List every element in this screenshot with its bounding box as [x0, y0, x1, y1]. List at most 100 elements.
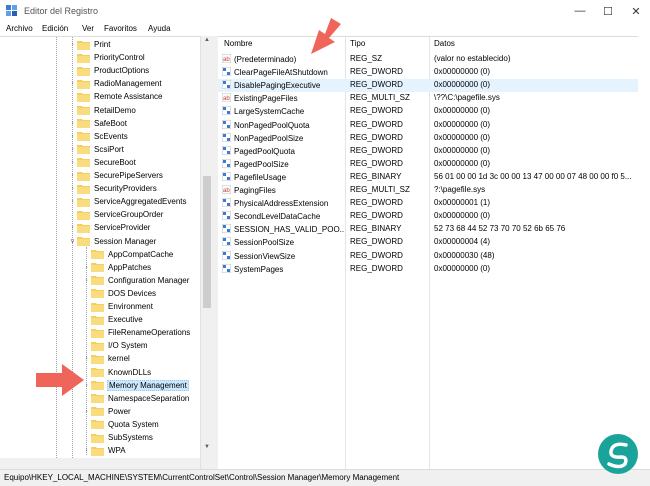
collapse-chevron-icon[interactable]: ∨ — [68, 237, 77, 245]
tree-node-label[interactable]: FileRenameOperations — [107, 328, 191, 337]
column-header-data[interactable]: Datos — [434, 39, 455, 52]
tree-node-label[interactable]: RadioManagement — [93, 79, 163, 88]
tree-node[interactable]: › SecurityProviders — [68, 182, 158, 195]
tree-node-label[interactable]: ServiceGroupOrder — [93, 210, 164, 219]
scroll-thumb[interactable] — [203, 176, 211, 308]
tree-node-label[interactable]: ScEvents — [93, 132, 129, 141]
scroll-up-icon[interactable]: ▲ — [203, 37, 211, 47]
tree-node[interactable]: › Print — [68, 38, 111, 51]
menu-ver[interactable]: Ver — [82, 24, 94, 33]
value-row[interactable]: SessionPoolSize REG_DWORD 0x00000004 (4) — [218, 236, 638, 249]
tree-node-label[interactable]: ProductOptions — [93, 66, 150, 75]
tree-node-label[interactable]: Remote Assistance — [93, 92, 163, 101]
expand-chevron-icon[interactable]: › — [82, 277, 91, 284]
expand-chevron-icon[interactable]: › — [82, 447, 91, 454]
key-tree[interactable]: › Print PriorityControl ProductOptions › Radi… — [0, 36, 212, 470]
tree-node-label[interactable]: Configuration Manager — [107, 276, 190, 285]
tree-node[interactable]: › SafeBoot — [68, 117, 128, 130]
tree-node[interactable]: › Memory Management — [82, 379, 189, 392]
tree-node[interactable]: KnownDLLs — [82, 366, 152, 379]
tree-node-label[interactable]: Executive — [107, 315, 144, 324]
tree-node[interactable]: › ScsiPort — [68, 143, 125, 156]
expand-chevron-icon[interactable]: › — [68, 120, 77, 127]
scroll-down-icon[interactable]: ▼ — [203, 444, 211, 454]
expand-chevron-icon[interactable]: › — [68, 224, 77, 231]
tree-node[interactable]: Executive — [82, 313, 144, 326]
tree-node[interactable]: DOS Devices — [82, 287, 157, 300]
value-row[interactable]: PagefileUsage REG_BINARY 56 01 00 00 1d 3c… — [218, 171, 638, 184]
tree-node-label[interactable]: Environment — [107, 302, 154, 311]
expand-chevron-icon[interactable]: › — [68, 198, 77, 205]
tree-node-label[interactable]: DOS Devices — [107, 289, 157, 298]
value-row[interactable]: LargeSystemCache REG_DWORD 0x00000000 (0) — [218, 105, 638, 118]
tree-node[interactable]: › ServiceAggregatedEvents — [68, 195, 188, 208]
tree-node[interactable]: › Power — [82, 405, 132, 418]
value-row[interactable]: SESSION_HAS_VALID_POO... REG_BINARY 52 73 … — [218, 223, 638, 236]
tree-node-label[interactable]: SubSystems — [107, 433, 154, 442]
expand-chevron-icon[interactable]: › — [68, 146, 77, 153]
expand-chevron-icon[interactable]: › — [82, 408, 91, 415]
tree-node[interactable]: RetailDemo — [68, 104, 137, 117]
tree-node-label[interactable]: I/O System — [107, 341, 149, 350]
values-list[interactable]: Nombre Tipo Datos ab (Predeterminado) REG_… — [218, 36, 638, 470]
value-row[interactable]: SystemPages REG_DWORD 0x00000000 (0) — [218, 263, 638, 276]
close-button[interactable]: ✕ — [622, 0, 650, 22]
tree-node-label[interactable]: AppPatches — [107, 263, 152, 272]
tree-node[interactable]: › kernel — [82, 352, 131, 365]
tree-node[interactable]: › Configuration Manager — [82, 274, 190, 287]
tree-node[interactable]: ServiceGroupOrder — [68, 208, 164, 221]
menu-ayuda[interactable]: Ayuda — [148, 24, 171, 33]
value-row[interactable]: ab (Predeterminado) REG_SZ (valor no establ… — [218, 53, 638, 66]
tree-node[interactable]: › SecureBoot — [68, 156, 137, 169]
expand-chevron-icon[interactable]: › — [68, 172, 77, 179]
expand-chevron-icon[interactable]: › — [82, 355, 91, 362]
tree-node[interactable]: I/O System — [82, 339, 149, 352]
tree-node-label[interactable]: ServiceProvider — [93, 223, 151, 232]
tree-node-label[interactable]: RetailDemo — [93, 106, 137, 115]
tree-node[interactable]: FileRenameOperations — [82, 326, 191, 339]
expand-chevron-icon[interactable]: › — [68, 159, 77, 166]
tree-node-label[interactable]: Memory Management — [107, 379, 189, 391]
tree-node-label[interactable]: NamespaceSeparation — [107, 394, 190, 403]
value-row[interactable]: ClearPageFileAtShutdown REG_DWORD 0x000000… — [218, 66, 638, 79]
tree-node[interactable]: PriorityControl — [68, 51, 146, 64]
tree-node-label[interactable]: SecureBoot — [93, 158, 137, 167]
value-row[interactable]: PagedPoolSize REG_DWORD 0x00000000 (0) — [218, 158, 638, 171]
tree-node[interactable]: ProductOptions — [68, 64, 150, 77]
tree-node[interactable]: AppCompatCache — [82, 248, 174, 261]
menu-edicion[interactable]: Edición — [42, 24, 68, 33]
minimize-button[interactable]: — — [566, 0, 594, 22]
tree-node[interactable]: › RadioManagement — [68, 77, 163, 90]
value-row[interactable]: DisablePagingExecutive REG_DWORD 0x0000000… — [218, 79, 638, 93]
value-row[interactable]: NonPagedPoolSize REG_DWORD 0x00000000 (0) — [218, 132, 638, 145]
value-row[interactable]: SecondLevelDataCache REG_DWORD 0x00000000 … — [218, 210, 638, 223]
value-row[interactable]: ab PagingFiles REG_MULTI_SZ ?:\pagefile.sys — [218, 184, 638, 197]
expand-chevron-icon[interactable]: › — [68, 133, 77, 140]
tree-node[interactable]: › ServiceProvider — [68, 221, 151, 234]
tree-node-label[interactable]: SafeBoot — [93, 119, 128, 128]
tree-horizontal-scrollbar[interactable] — [0, 458, 200, 469]
value-row[interactable]: PhysicalAddressExtension REG_DWORD 0x00000… — [218, 197, 638, 210]
menu-archivo[interactable]: Archivo — [6, 24, 33, 33]
tree-node[interactable]: SubSystems — [82, 431, 154, 444]
tree-node-label[interactable]: kernel — [107, 354, 131, 363]
tree-node-label[interactable]: ScsiPort — [93, 145, 125, 154]
value-row[interactable]: NonPagedPoolQuota REG_DWORD 0x00000000 (0) — [218, 119, 638, 132]
menu-favoritos[interactable]: Favoritos — [104, 24, 137, 33]
tree-node[interactable]: ∨ Session Manager — [68, 235, 157, 248]
tree-node-label[interactable]: Print — [93, 40, 111, 49]
tree-node-label[interactable]: AppCompatCache — [107, 250, 174, 259]
tree-node-label[interactable]: ServiceAggregatedEvents — [93, 197, 188, 206]
tree-node[interactable]: › AppPatches — [82, 261, 152, 274]
tree-node-label[interactable]: SecurityProviders — [93, 184, 158, 193]
tree-node-label[interactable]: WPA — [107, 446, 127, 455]
tree-node[interactable]: › WPA — [82, 444, 127, 457]
value-row[interactable]: PagedPoolQuota REG_DWORD 0x00000000 (0) — [218, 145, 638, 158]
tree-node[interactable]: › SecurePipeServers — [68, 169, 164, 182]
maximize-button[interactable]: ☐ — [594, 0, 622, 22]
tree-node-label[interactable]: SecurePipeServers — [93, 171, 164, 180]
tree-node[interactable]: Remote Assistance — [68, 90, 163, 103]
tree-node-label[interactable]: KnownDLLs — [107, 368, 152, 377]
expand-chevron-icon[interactable]: › — [68, 80, 77, 87]
tree-node[interactable]: › ScEvents — [68, 130, 129, 143]
